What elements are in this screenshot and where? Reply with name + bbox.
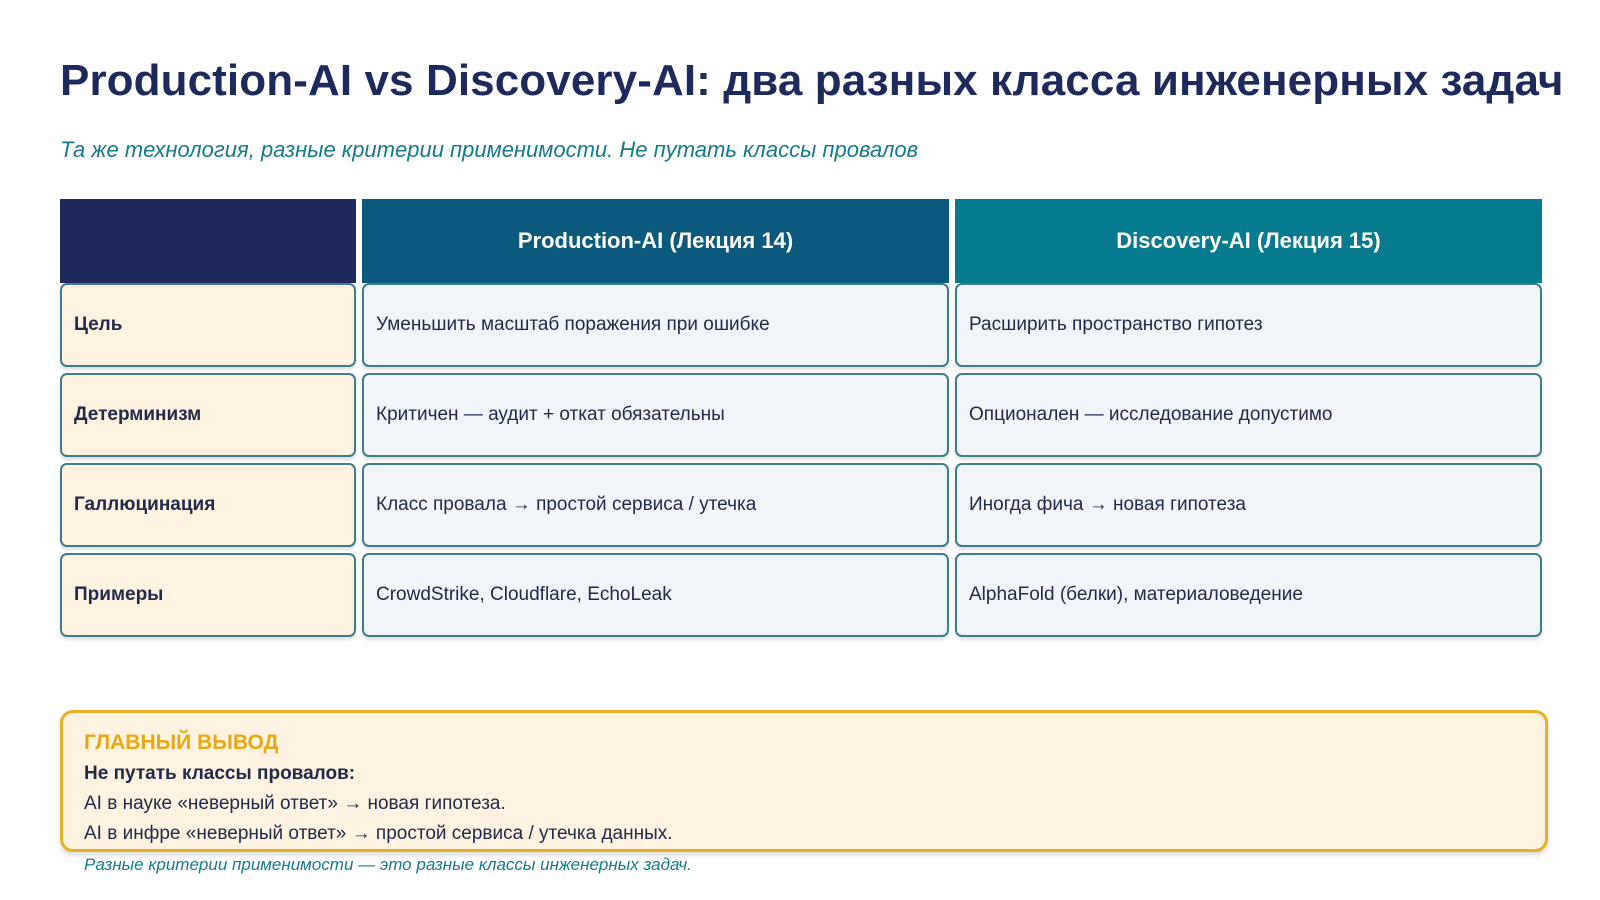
row-label-goal: Цель <box>60 283 356 367</box>
conclusion-label: ГЛАВНЫЙ ВЫВОД <box>84 731 279 754</box>
cell-discovery-examples: AlphaFold (белки), материаловедение <box>955 553 1542 637</box>
cell-discovery-goal: Расширить пространство гипотез <box>955 283 1542 367</box>
row-label-hallucination: Галлюцинация <box>60 463 356 547</box>
cell-discovery-hallucination: Иногда фича → новая гипотеза <box>955 463 1542 547</box>
table-header-discovery: Discovery-AI (Лекция 15) <box>955 199 1542 283</box>
cell-production-determinism: Критичен — аудит + откат обязательны <box>362 373 949 457</box>
conclusion-heading: Не путать классы провалов: <box>84 763 356 784</box>
conclusion-line-infra: AI в инфре «неверный ответ» → простой се… <box>84 823 673 844</box>
table-header-production: Production-AI (Лекция 14) <box>362 199 949 283</box>
cell-production-examples: CrowdStrike, Cloudflare, EchoLeak <box>362 553 949 637</box>
table-header-corner <box>60 199 356 283</box>
row-label-examples: Примеры <box>60 553 356 637</box>
page-title: Production-AI vs Discovery-AI: два разны… <box>60 56 1564 105</box>
conclusion-note: Разные критерии применимости — это разны… <box>84 855 692 874</box>
cell-production-hallucination: Класс провала → простой сервиса / утечка <box>362 463 949 547</box>
conclusion-line-science: AI в науке «неверный ответ» → новая гипо… <box>84 793 506 814</box>
cell-production-goal: Уменьшить масштаб поражения при ошибке <box>362 283 949 367</box>
cell-discovery-determinism: Опционален — исследование допустимо <box>955 373 1542 457</box>
page-subtitle: Та же технология, разные критерии примен… <box>60 137 919 162</box>
row-label-determinism: Детерминизм <box>60 373 356 457</box>
